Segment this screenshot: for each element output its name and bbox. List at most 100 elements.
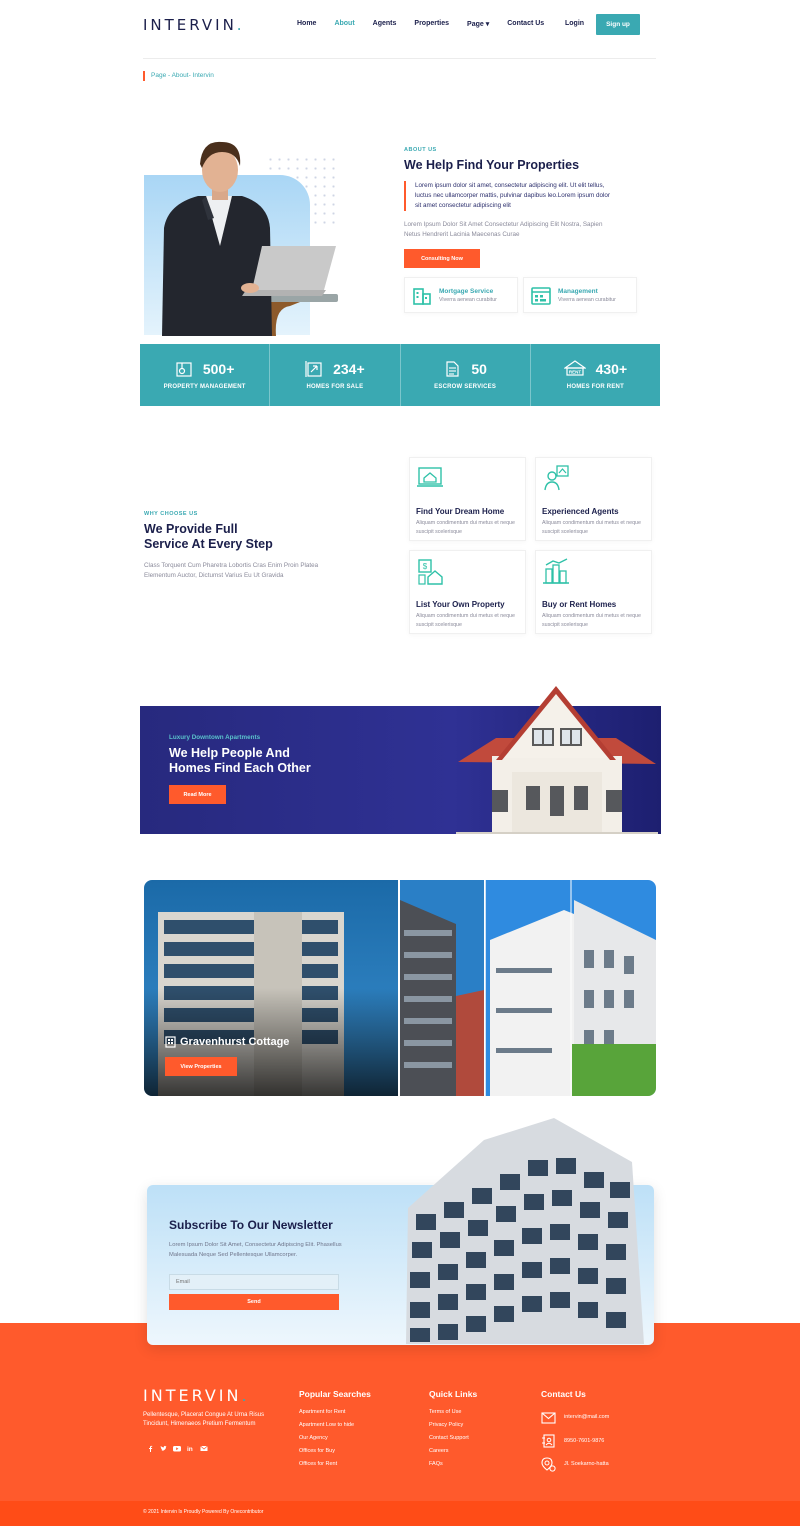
svg-text:in: in bbox=[187, 1446, 193, 1452]
facebook-icon[interactable] bbox=[147, 1445, 154, 1452]
stat-homes-for-rent: RENT 430+ HOMES FOR RENT bbox=[531, 344, 660, 406]
svg-text:RENT: RENT bbox=[568, 370, 581, 375]
brand-logo[interactable]: INTERVIN. bbox=[143, 16, 245, 34]
property-listing-icon: $ bbox=[418, 559, 443, 585]
youtube-icon[interactable] bbox=[173, 1445, 181, 1452]
calendar-icon bbox=[531, 287, 551, 305]
footer-link[interactable]: Privacy Policy bbox=[429, 1419, 469, 1432]
contact-address[interactable]: Jl. Soekarno-hatta bbox=[564, 1458, 609, 1471]
footer-link[interactable]: Our Agency bbox=[299, 1432, 354, 1445]
send-button[interactable]: Send bbox=[169, 1294, 339, 1310]
nav-home[interactable]: Home bbox=[297, 20, 316, 28]
footer-link[interactable]: Offices for Buy bbox=[299, 1445, 354, 1458]
contact-email[interactable]: intervin@mail.com bbox=[564, 1411, 609, 1424]
stat-number: 50 bbox=[471, 361, 487, 377]
banner-label: Luxury Downtown Apartments bbox=[169, 734, 261, 741]
house-laptop-icon bbox=[417, 467, 443, 487]
nav-page-dropdown[interactable]: Page ▾ bbox=[467, 20, 489, 28]
contact-title: Contact Us bbox=[541, 1389, 586, 1399]
stats-bar: 500+ PROPERTY MANAGEMENT 234+ HOMES FOR … bbox=[140, 344, 660, 406]
feature-title: List Your Own Property bbox=[416, 600, 505, 609]
about-title: We Help Find Your Properties bbox=[404, 158, 580, 172]
feature-title: Experienced Agents bbox=[542, 507, 619, 516]
linkedin-icon[interactable]: in bbox=[187, 1445, 194, 1452]
location-pin-icon bbox=[541, 1457, 556, 1472]
house-image bbox=[456, 686, 658, 834]
contact-phone[interactable]: 8950-7601-9876 bbox=[564, 1435, 604, 1448]
building-icon bbox=[165, 1036, 176, 1048]
nav-agents[interactable]: Agents bbox=[373, 20, 397, 28]
feature-title: Buy or Rent Homes bbox=[542, 600, 617, 609]
stat-escrow-services: 50 ESCROW SERVICES bbox=[401, 344, 531, 406]
footer-link[interactable]: Apartment Low to hide bbox=[299, 1419, 354, 1432]
footer-about-text: Pellentesque, Placerat Congue At Urna Ri… bbox=[143, 1412, 265, 1427]
why-label: WHY CHOOSE US bbox=[144, 511, 198, 517]
stat-property-management: 500+ PROPERTY MANAGEMENT bbox=[140, 344, 271, 406]
footer-link[interactable]: FAQs bbox=[429, 1458, 469, 1471]
consulting-now-button[interactable]: Consulting Now bbox=[404, 249, 480, 268]
feature-text: Aliquam condimentum dui metus et neque s… bbox=[542, 613, 641, 628]
why-title-line2: Service At Every Step bbox=[144, 537, 273, 551]
logo-dot: . bbox=[236, 16, 245, 34]
signup-button[interactable]: Sign up bbox=[596, 14, 640, 35]
social-links: in bbox=[147, 1445, 208, 1452]
footer-link[interactable]: Contact Support bbox=[429, 1432, 469, 1445]
card-subtitle: Viverra aenean curabitur bbox=[439, 296, 497, 303]
login-link[interactable]: Login bbox=[565, 20, 584, 27]
phone-book-icon bbox=[542, 1434, 555, 1448]
card-subtitle: Viverra aenean curabitur bbox=[558, 296, 616, 303]
gallery-title: Gravenhurst Cottage bbox=[180, 1036, 290, 1048]
card-title: Management bbox=[558, 287, 598, 295]
footer-logo-text: INTERVIN bbox=[143, 1386, 242, 1405]
main-nav: Home About Agents Properties Page ▾ Cont… bbox=[297, 20, 562, 28]
newsletter-text: Lorem Ipsum Dolor Sit Amet, Consectetur … bbox=[169, 1242, 342, 1258]
feature-card-list-property[interactable]: $ List Your Own Property Aliquam condime… bbox=[409, 550, 526, 634]
header-divider bbox=[143, 58, 656, 59]
mortgage-service-card[interactable]: Mortgage Service Viverra aenean curabitu… bbox=[404, 277, 518, 313]
feature-text: Aliquam condimentum dui metus et neque s… bbox=[416, 613, 515, 628]
footer-link[interactable]: Careers bbox=[429, 1445, 469, 1458]
feature-text: Aliquam condimentum dui metus et neque s… bbox=[542, 520, 641, 535]
contact-address-row: Jl. Soekarno-hatta bbox=[541, 1457, 609, 1472]
twitter-icon[interactable] bbox=[160, 1445, 167, 1452]
contact-email-row: intervin@mail.com bbox=[541, 1411, 609, 1424]
about-quote: Lorem ipsum dolor sit amet, consectetur … bbox=[404, 181, 616, 211]
feature-text: Aliquam condimentum dui metus et neque s… bbox=[416, 520, 515, 535]
popular-searches-title: Popular Searches bbox=[299, 1389, 371, 1399]
nav-properties[interactable]: Properties bbox=[414, 20, 449, 28]
banner-title-line1: We Help People And bbox=[169, 746, 290, 760]
email-input[interactable] bbox=[169, 1274, 339, 1290]
mail-icon[interactable] bbox=[200, 1445, 208, 1452]
about-text: Lorem Ipsum Dolor Sit Amet Consectetur A… bbox=[404, 221, 603, 238]
footer-link[interactable]: Apartment for Rent bbox=[299, 1406, 354, 1419]
footer bbox=[0, 1323, 800, 1501]
businessman-with-laptop-image bbox=[162, 141, 338, 336]
feature-card-dream-home[interactable]: Find Your Dream Home Aliquam condimentum… bbox=[409, 457, 526, 541]
footer-bottom-bar bbox=[0, 1501, 800, 1526]
copyright-text: © 2021 Intervin Is Proudly Powered By On… bbox=[143, 1509, 264, 1515]
feature-card-agents[interactable]: Experienced Agents Aliquam condimentum d… bbox=[535, 457, 652, 541]
management-card[interactable]: Management Viverra aenean curabitur bbox=[523, 277, 637, 313]
property-icon bbox=[176, 362, 192, 377]
building-icon bbox=[413, 288, 431, 305]
rent-sign-icon: RENT bbox=[563, 360, 586, 376]
feature-title: Find Your Dream Home bbox=[416, 507, 505, 516]
footer-link[interactable]: Offices for Rent bbox=[299, 1458, 354, 1471]
breadcrumb: Page - About- Intervin bbox=[143, 71, 214, 81]
nav-contact[interactable]: Contact Us bbox=[507, 20, 544, 28]
document-icon bbox=[446, 361, 459, 377]
view-properties-button[interactable]: View Properties bbox=[165, 1057, 237, 1076]
feature-card-buy-rent[interactable]: Buy or Rent Homes Aliquam condimentum du… bbox=[535, 550, 652, 634]
home-sale-icon bbox=[305, 361, 322, 377]
footer-link[interactable]: Terms of Use bbox=[429, 1406, 469, 1419]
logo-text: INTERVIN bbox=[143, 16, 237, 34]
stat-caption: HOMES FOR RENT bbox=[566, 384, 624, 390]
read-more-button[interactable]: Read More bbox=[169, 785, 226, 804]
contact-phone-row: 8950-7601-9876 bbox=[541, 1434, 604, 1448]
footer-logo-dot: . bbox=[241, 1386, 250, 1405]
about-label: ABOUT US bbox=[404, 147, 437, 153]
footer-logo[interactable]: INTERVIN. bbox=[143, 1386, 250, 1405]
buildings-chart-icon bbox=[543, 558, 569, 584]
nav-about[interactable]: About bbox=[334, 20, 354, 28]
stat-caption: HOMES FOR SALE bbox=[306, 384, 364, 390]
